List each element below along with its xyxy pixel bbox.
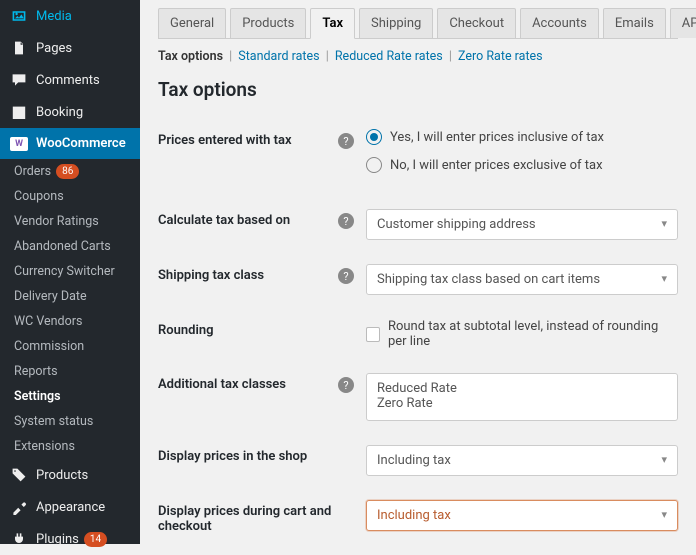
tab-tax[interactable]: Tax [310,8,355,39]
tab-checkout[interactable]: Checkout [437,8,516,38]
help-icon[interactable]: ? [338,377,354,393]
subnav-reduced-rates[interactable]: Reduced Rate rates [335,49,443,64]
calc-based-select[interactable]: Customer shipping address [366,209,678,240]
radio-icon [366,157,382,173]
tax-subnav: Tax options | Standard rates | Reduced R… [158,49,678,64]
plugins-badge: 14 [84,532,107,547]
appearance-icon [10,499,28,515]
sidebar-item-comments[interactable]: Comments [0,64,140,96]
subitem-settings[interactable]: Settings [0,384,140,409]
subitem-reports[interactable]: Reports [0,359,140,384]
subitem-coupons[interactable]: Coupons [0,184,140,209]
orders-badge: 86 [56,164,79,179]
subitem-extensions[interactable]: Extensions [0,434,140,459]
checkbox-icon [366,327,380,342]
display-shop-label: Display prices in the shop [158,445,338,464]
sidebar-item-booking[interactable]: Booking [0,96,140,128]
subnav-zero-rates[interactable]: Zero Rate rates [458,49,543,64]
subitem-delivery-date[interactable]: Delivery Date [0,284,140,309]
sidebar-item-woocommerce[interactable]: W WooCommerce [0,128,140,159]
ship-class-select[interactable]: Shipping tax class based on cart items [366,264,678,295]
help-icon[interactable]: ? [338,213,354,229]
subitem-system-status[interactable]: System status [0,409,140,434]
sidebar-item-label: Pages [36,41,72,56]
add-classes-label: Additional tax classes [158,373,338,392]
display-cart-label: Display prices during cart and checkout [158,500,338,534]
subitem-vendor-ratings[interactable]: Vendor Ratings [0,209,140,234]
products-icon [10,467,28,483]
tab-general[interactable]: General [158,8,226,38]
pages-icon [10,40,28,56]
prices-entered-label: Prices entered with tax [158,129,338,148]
sidebar-item-label: Plugins [36,532,79,547]
sidebar-item-plugins[interactable]: Plugins 14 [0,523,140,555]
subitem-currency-switcher[interactable]: Currency Switcher [0,259,140,284]
sidebar-item-appearance[interactable]: Appearance [0,491,140,523]
page-heading: Tax options [158,78,678,101]
add-classes-textarea[interactable]: Reduced Rate Zero Rate [366,373,678,421]
tab-emails[interactable]: Emails [603,8,666,38]
radio-inclusive[interactable]: Yes, I will enter prices inclusive of ta… [366,129,678,145]
help-icon[interactable]: ? [338,268,354,284]
help-icon[interactable]: ? [338,133,354,149]
plugins-icon [10,531,28,547]
subnav-current: Tax options [158,49,223,64]
sidebar-item-label: Products [36,468,88,483]
tab-shipping[interactable]: Shipping [359,8,433,38]
ship-class-label: Shipping tax class [158,264,338,283]
sidebar-item-media[interactable]: Media [0,0,140,32]
calc-based-label: Calculate tax based on [158,209,338,228]
rounding-label: Rounding [158,319,338,338]
tab-accounts[interactable]: Accounts [520,8,599,38]
rounding-checkbox-row[interactable]: Round tax at subtotal level, instead of … [366,319,678,349]
sidebar-item-label: WooCommerce [36,136,126,151]
display-cart-select[interactable]: Including tax [366,500,678,531]
subnav-standard-rates[interactable]: Standard rates [238,49,319,64]
sidebar-item-label: Booking [36,105,83,120]
sidebar-item-label: Appearance [36,500,105,515]
subitem-abandoned-carts[interactable]: Abandoned Carts [0,234,140,259]
subitem-orders[interactable]: Orders86 [0,159,140,184]
tab-api[interactable]: API [670,8,696,38]
comments-icon [10,72,28,88]
radio-exclusive[interactable]: No, I will enter prices exclusive of tax [366,157,678,173]
media-icon [10,8,28,24]
tab-products[interactable]: Products [230,8,306,38]
woocommerce-icon: W [10,137,28,151]
calendar-icon [10,104,28,120]
settings-tabs: General Products Tax Shipping Checkout A… [158,8,678,39]
sidebar-item-label: Media [36,9,72,24]
display-shop-select[interactable]: Including tax [366,445,678,476]
subitem-wc-vendors[interactable]: WC Vendors [0,309,140,334]
sidebar-item-label: Comments [36,73,100,88]
radio-icon [366,129,382,145]
sidebar-item-pages[interactable]: Pages [0,32,140,64]
subitem-commission[interactable]: Commission [0,334,140,359]
sidebar-item-products[interactable]: Products [0,459,140,491]
